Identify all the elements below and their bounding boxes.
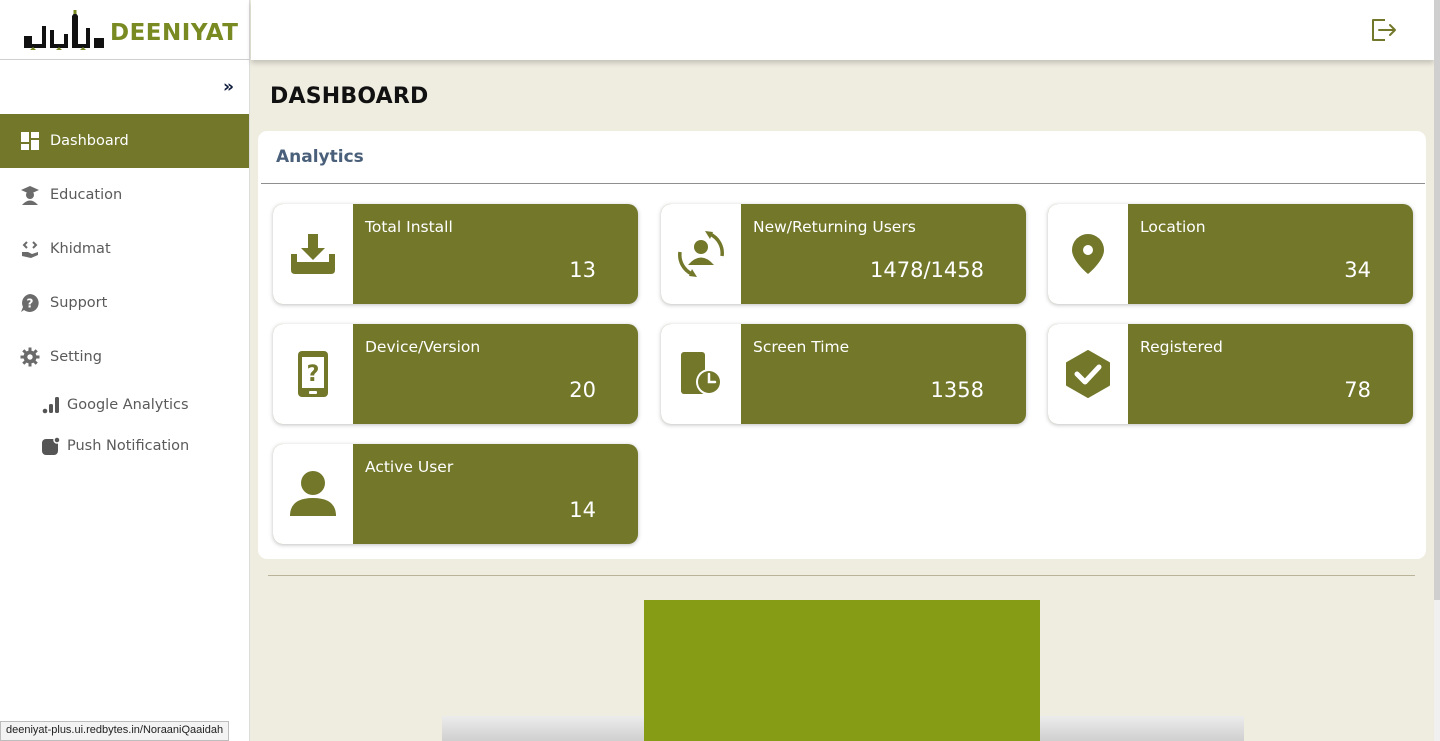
status-bar-url: deeniyat-plus.ui.redbytes.in/NoraaniQaai… [0, 721, 230, 741]
scrollbar[interactable] [1434, 0, 1440, 741]
sidebar-item-khidmat[interactable]: Khidmat [0, 222, 249, 276]
panel-title: Analytics [276, 147, 364, 167]
stat-card-active-user[interactable]: Active User 14 [273, 444, 638, 544]
stat-card-new-returning-users[interactable]: New/Returning Users 1478/1458 [661, 204, 1026, 304]
logo-text: DEENIYAT [110, 19, 239, 46]
sidebar-item-label: Khidmat [50, 241, 111, 257]
stat-label: Total Install [365, 218, 453, 236]
graduate-icon [20, 185, 40, 205]
notification-icon [42, 436, 60, 455]
dashboard-grid-icon [20, 131, 40, 151]
stat-value: 13 [569, 258, 596, 282]
device-clock-icon [661, 324, 741, 424]
svg-text:?: ? [27, 297, 34, 311]
user-refresh-icon [661, 204, 741, 304]
sidebar-collapse-button[interactable]: » [0, 60, 249, 114]
bar-chart-icon [42, 396, 60, 414]
chart-bar [644, 600, 1040, 741]
stat-value: 1358 [930, 378, 984, 402]
sidebar-subitem-label: Google Analytics [67, 396, 189, 413]
stat-label: Device/Version [365, 338, 481, 356]
stat-card-location[interactable]: Location 34 [1048, 204, 1413, 304]
device-question-icon: ? [273, 324, 353, 424]
stat-value: 78 [1344, 378, 1371, 402]
sidebar-item-education[interactable]: Education [0, 168, 249, 222]
stat-label: New/Returning Users [753, 218, 916, 236]
sidebar-item-label: Education [50, 187, 123, 203]
double-chevron-right-icon: » [223, 77, 234, 97]
stat-value: 34 [1344, 258, 1371, 282]
sidebar-subitem-push-notification[interactable]: Push Notification [0, 425, 249, 466]
stat-card-total-install[interactable]: Total Install 13 [273, 204, 638, 304]
sidebar-item-label: Support [50, 295, 108, 311]
divider [261, 183, 1425, 184]
stat-label: Location [1140, 218, 1206, 236]
download-tray-icon [273, 204, 353, 304]
sidebar-item-support[interactable]: ? Support [0, 276, 249, 330]
stat-card-registered[interactable]: Registered 78 [1048, 324, 1413, 424]
stat-card-screen-time[interactable]: Screen Time 1358 [661, 324, 1026, 424]
sidebar-subitem-google-analytics[interactable]: Google Analytics [0, 384, 249, 425]
gear-icon [20, 347, 40, 367]
user-icon [273, 444, 353, 544]
stat-label: Screen Time [753, 338, 850, 356]
logo[interactable]: DEENIYAT [0, 0, 249, 60]
sidebar-subitem-label: Push Notification [67, 437, 190, 454]
helping-hand-icon [20, 239, 40, 259]
stat-value: 14 [569, 498, 596, 522]
logo-calligraphy-icon [24, 9, 104, 50]
divider [268, 575, 1415, 576]
sidebar-item-label: Setting [50, 349, 102, 365]
stat-value: 20 [569, 378, 596, 402]
page-title: DASHBOARD [270, 84, 429, 109]
top-header [251, 0, 1434, 60]
stat-label: Registered [1140, 338, 1223, 356]
svg-text:?: ? [307, 362, 320, 387]
sidebar-item-label: Dashboard [50, 133, 129, 149]
stat-card-device-version[interactable]: ? Device/Version 20 [273, 324, 638, 424]
check-badge-icon [1048, 324, 1128, 424]
stat-label: Active User [365, 458, 454, 476]
help-circle-icon: ? [20, 293, 40, 313]
logout-icon[interactable] [1370, 17, 1398, 43]
scrollbar-thumb[interactable] [1434, 0, 1440, 600]
map-pin-icon [1048, 204, 1128, 304]
stat-value: 1478/1458 [870, 258, 984, 282]
sidebar: DEENIYAT » Dashboard Education Khidmat ?… [0, 0, 250, 741]
analytics-panel: Analytics Total Install 13 New/Returning… [258, 131, 1426, 559]
sidebar-item-setting[interactable]: Setting [0, 330, 249, 384]
sidebar-item-dashboard[interactable]: Dashboard [0, 114, 249, 168]
